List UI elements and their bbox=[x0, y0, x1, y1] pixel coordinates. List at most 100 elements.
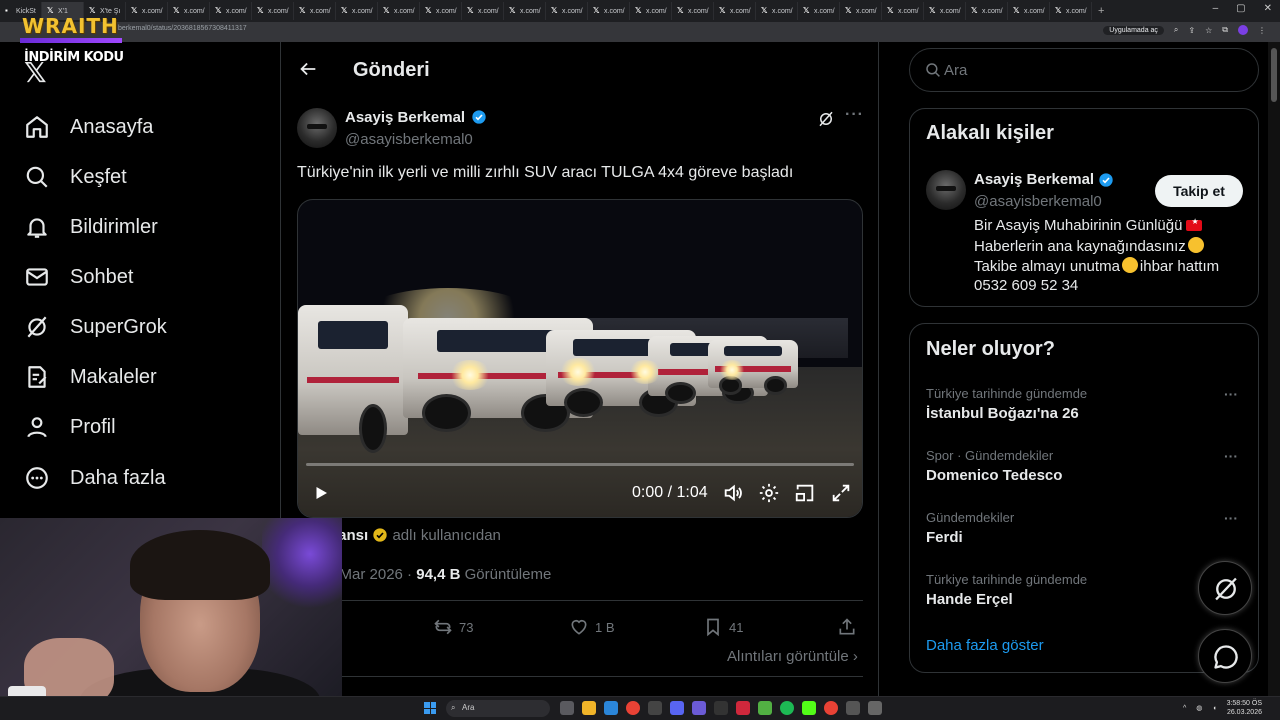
more-options-icon[interactable]: ··· bbox=[845, 106, 864, 124]
app-icon[interactable] bbox=[868, 701, 882, 715]
app-icon[interactable] bbox=[736, 701, 750, 715]
related-avatar[interactable] bbox=[926, 170, 966, 210]
bookmark-button[interactable]: 41 bbox=[703, 616, 743, 638]
browser-tab[interactable]: 𝕏x.com/ bbox=[546, 2, 588, 20]
trend-more-icon[interactable]: ··· bbox=[1224, 448, 1238, 464]
browser-tab[interactable]: 𝕏x.com/ bbox=[126, 2, 168, 20]
address-bar[interactable]: berkemal0/status/2036818567308411317 Uyg… bbox=[0, 22, 1280, 42]
chrome-icon[interactable] bbox=[824, 701, 838, 715]
volume-icon[interactable] bbox=[722, 482, 744, 504]
browser-tab[interactable]: 𝕏x.com/ bbox=[420, 2, 462, 20]
back-arrow-icon[interactable] bbox=[297, 58, 319, 80]
browser-tab[interactable]: 𝕏x.com/ bbox=[840, 2, 882, 20]
play-icon[interactable] bbox=[312, 482, 330, 504]
edge-icon[interactable] bbox=[604, 701, 618, 715]
nav-item-home[interactable]: Anasayfa bbox=[24, 112, 153, 142]
browser-tab[interactable]: 𝕏x.com/ bbox=[672, 2, 714, 20]
browser-menu-icon[interactable]: ⋮ bbox=[1258, 26, 1266, 35]
discord-icon[interactable] bbox=[670, 701, 684, 715]
page-scrollbar[interactable] bbox=[1268, 42, 1280, 696]
chrome-icon[interactable] bbox=[626, 701, 640, 715]
clock[interactable]: 3:58:50 ÖS 26.03.2026 bbox=[1227, 699, 1262, 717]
video-progress-bar[interactable] bbox=[306, 463, 854, 466]
volume-icon[interactable]: ◖ bbox=[1212, 705, 1216, 712]
browser-tab[interactable]: 𝕏x.com/ bbox=[504, 2, 546, 20]
like-button[interactable]: 1 B bbox=[569, 616, 615, 638]
nav-item-profile[interactable]: Profil bbox=[24, 412, 116, 442]
browser-tab[interactable]: 𝕏x.com/ bbox=[462, 2, 504, 20]
browser-tab[interactable]: 𝕏x.com/ bbox=[336, 2, 378, 20]
app-icon[interactable] bbox=[714, 701, 728, 715]
view-quotes-link[interactable]: Alıntıları görüntüle › bbox=[727, 648, 858, 665]
browser-tab[interactable]: 𝕏x.com/ bbox=[966, 2, 1008, 20]
nav-item-explore[interactable]: Keşfet bbox=[24, 162, 127, 192]
retweet-button[interactable]: 73 bbox=[433, 616, 473, 638]
minimize-icon[interactable]: – bbox=[1213, 3, 1219, 14]
network-icon[interactable]: ◍ bbox=[1196, 704, 1202, 712]
new-tab-button[interactable]: + bbox=[1092, 5, 1104, 17]
close-icon[interactable]: ✕ bbox=[1264, 3, 1272, 14]
related-name[interactable]: Asayiş Berkemal bbox=[974, 171, 1094, 188]
author-handle[interactable]: @asayisberkemal0 bbox=[345, 131, 473, 148]
tray-chevron-icon[interactable]: ^ bbox=[1183, 705, 1186, 712]
app-icon[interactable] bbox=[846, 701, 860, 715]
browser-tab[interactable]: 𝕏x.com/ bbox=[1008, 2, 1050, 20]
related-handle[interactable]: @asayisberkemal0 bbox=[974, 193, 1102, 210]
video-player[interactable]: 0:00 / 1:04 bbox=[297, 199, 863, 518]
taskbar-search[interactable]: ⌕ Ara bbox=[446, 700, 550, 717]
app-icon[interactable] bbox=[758, 701, 772, 715]
browser-tab[interactable]: 𝕏x.com/ bbox=[168, 2, 210, 20]
browser-tab[interactable]: 𝕏x.com/ bbox=[756, 2, 798, 20]
share-icon[interactable]: ⇪ bbox=[1188, 26, 1195, 35]
browser-tab[interactable]: 𝕏x.com/ bbox=[714, 2, 756, 20]
nav-item-supergrok[interactable]: SuperGrok bbox=[24, 312, 167, 342]
grok-fab-button[interactable] bbox=[1198, 561, 1252, 615]
terminal-icon[interactable] bbox=[648, 701, 662, 715]
trend-name[interactable]: Ferdi bbox=[926, 529, 963, 546]
zoom-icon[interactable]: ⌕ bbox=[1174, 25, 1178, 35]
browser-tab[interactable]: 𝕏x.com/ bbox=[210, 2, 252, 20]
author-name[interactable]: Asayiş Berkemal bbox=[345, 109, 465, 126]
nav-item-messages[interactable]: Sohbet bbox=[24, 262, 133, 292]
trend-name[interactable]: İstanbul Boğazı'na 26 bbox=[926, 405, 1079, 422]
scrollbar-thumb[interactable] bbox=[1271, 48, 1277, 102]
trend-name[interactable]: Hande Erçel bbox=[926, 591, 1013, 608]
taskview-icon[interactable] bbox=[560, 701, 574, 715]
browser-tab[interactable]: 𝕏x.com/ bbox=[798, 2, 840, 20]
share-button[interactable] bbox=[837, 616, 857, 638]
url-text[interactable]: berkemal0/status/2036818567308411317 bbox=[118, 25, 247, 32]
nav-item-articles[interactable]: Makaleler bbox=[24, 362, 157, 392]
author-avatar[interactable] bbox=[297, 108, 337, 148]
browser-tab[interactable]: 𝕏x.com/ bbox=[882, 2, 924, 20]
browser-tab[interactable]: 𝕏x.com/ bbox=[1050, 2, 1092, 20]
windows-start-icon[interactable] bbox=[424, 702, 436, 714]
browser-tab[interactable]: 𝕏x.com/ bbox=[294, 2, 336, 20]
browser-tab[interactable]: 𝕏x.com/ bbox=[924, 2, 966, 20]
grok-icon[interactable] bbox=[817, 110, 835, 128]
open-in-app-chip[interactable]: Uygulamada aç bbox=[1103, 25, 1164, 35]
browser-tab[interactable]: 𝕏x.com/ bbox=[252, 2, 294, 20]
spotify-icon[interactable] bbox=[780, 701, 794, 715]
trend-name[interactable]: Domenico Tedesco bbox=[926, 467, 1062, 484]
nav-item-notifications[interactable]: Bildirimler bbox=[24, 212, 158, 242]
obs-icon[interactable] bbox=[692, 701, 706, 715]
extensions-icon[interactable]: ⧉ bbox=[1222, 25, 1228, 35]
fullscreen-icon[interactable] bbox=[830, 482, 852, 504]
browser-tab[interactable]: 𝕏x.com/ bbox=[588, 2, 630, 20]
profile-avatar[interactable] bbox=[1238, 25, 1248, 35]
settings-gear-icon[interactable] bbox=[758, 482, 780, 504]
bookmark-star-icon[interactable]: ☆ bbox=[1205, 26, 1212, 35]
kick-icon[interactable] bbox=[802, 701, 816, 715]
nav-item-more[interactable]: Daha fazla bbox=[24, 463, 166, 493]
search-input[interactable]: Ara bbox=[909, 48, 1259, 92]
picture-in-picture-icon[interactable] bbox=[794, 482, 816, 504]
trend-more-icon[interactable]: ··· bbox=[1224, 510, 1238, 526]
browser-tab[interactable]: 𝕏x.com/ bbox=[630, 2, 672, 20]
browser-tab[interactable]: 𝕏x.com/ bbox=[378, 2, 420, 20]
follow-button[interactable]: Takip et bbox=[1155, 175, 1243, 207]
maximize-icon[interactable]: ▢ bbox=[1236, 3, 1245, 14]
trend-more-icon[interactable]: ··· bbox=[1224, 386, 1238, 402]
messages-fab-button[interactable] bbox=[1198, 629, 1252, 683]
file-explorer-icon[interactable] bbox=[582, 701, 596, 715]
show-more-link[interactable]: Daha fazla göster bbox=[926, 637, 1044, 654]
